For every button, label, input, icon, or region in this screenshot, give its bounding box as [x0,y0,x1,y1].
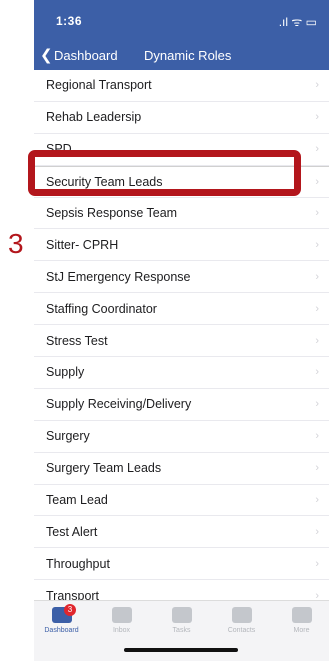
status-time: 1:36 [56,14,83,28]
list-item[interactable]: Stress Test › [34,325,329,358]
chevron-right-icon: › [315,238,319,251]
list-item-label: Stress Test [46,333,108,348]
tab-label: Contacts [227,627,256,634]
list-item[interactable]: Rehab Leadersip › [34,102,329,134]
highlight-annotation-box [28,150,301,196]
chevron-right-icon: › [315,334,319,347]
tab-inbox[interactable]: Inbox [94,607,149,634]
tab-label: More [293,627,310,634]
list-item[interactable]: Supply Receiving/Delivery › [34,389,329,421]
list-item[interactable]: Regional Transport › [34,70,329,102]
chevron-left-icon[interactable]: ❮ [40,46,53,64]
chevron-right-icon: › [315,462,319,475]
list-item[interactable]: Staffing Coordinator › [34,293,329,326]
notification-badge: 3 [64,604,76,616]
list-item-label: StJ Emergency Response [46,269,191,284]
list-item[interactable]: Team Lead › [34,485,329,517]
tab-contacts[interactable]: Contacts [214,607,269,634]
list-item-label: Staffing Coordinator [46,301,157,316]
chevron-right-icon: › [315,398,319,411]
chevron-right-icon: › [315,111,319,124]
chevron-right-icon: › [315,143,319,156]
list-item[interactable]: Sitter- CPRH › [34,229,329,262]
tab-label: Dashboard [44,627,79,634]
list-item-label: Sepsis Response Team [46,206,178,220]
list-item[interactable]: Supply › [34,357,329,389]
list-item-label: Team Lead [46,493,108,508]
chevron-right-icon: › [315,525,319,538]
list-item-label: Throughput [46,556,110,571]
chevron-right-icon: › [315,302,319,315]
back-button[interactable]: Dashboard [54,48,118,63]
list-item[interactable]: StJ Emergency Response › [34,261,329,294]
list-item-label: Sitter- CPRH [46,237,119,252]
tab-label: Tasks [172,627,191,634]
list-item[interactable]: Throughput › [34,548,329,581]
person-icon [291,607,312,623]
inbox-icon [111,607,132,623]
status-icons: .ıl ᯤ ▭ [278,15,317,29]
tab-label: Inbox [112,627,131,634]
navigation-bar: ❮ Dashboard Dynamic Roles [34,40,329,70]
phone-screen: 1:36 .ıl ᯤ ▭ ❮ Dashboard Dynamic Roles R… [34,0,329,661]
list-item[interactable]: Surgery › [34,421,329,453]
list-item-label: Test Alert [46,524,98,539]
list-item-label: Supply Receiving/Delivery [46,397,192,412]
list-item[interactable]: Sepsis Response Team › [34,198,329,230]
list-item[interactable]: Test Alert › [34,516,329,549]
list-item-label: Rehab Leadersip [46,110,142,125]
list-item-label: Surgery Team Leads [46,461,162,476]
chevron-right-icon: › [315,175,319,188]
list-item-label: Supply [46,365,85,380]
chevron-right-icon: › [315,557,319,570]
chevron-right-icon: › [315,366,319,379]
chevron-right-icon: › [315,494,319,507]
list-item[interactable]: Surgery Team Leads › [34,453,329,485]
step-number-annotation: 3 [8,228,24,259]
list-item-label: Regional Transport [46,78,152,93]
list-item-label: Surgery [46,429,90,444]
chevron-right-icon: › [315,430,319,443]
chevron-right-icon: › [315,207,319,219]
tab-dashboard[interactable]: 3 Dashboard [34,604,89,634]
chat-icon [171,607,192,623]
tab-tasks[interactable]: Tasks [154,607,209,634]
page-title: Dynamic Roles [144,48,232,63]
chevron-right-icon: › [315,79,319,92]
home-indicator [124,648,238,652]
tab-more[interactable]: More [274,607,329,634]
people-icon [231,607,252,623]
status-bar: 1:36 .ıl ᯤ ▭ [34,0,329,40]
chevron-right-icon: › [315,270,319,283]
